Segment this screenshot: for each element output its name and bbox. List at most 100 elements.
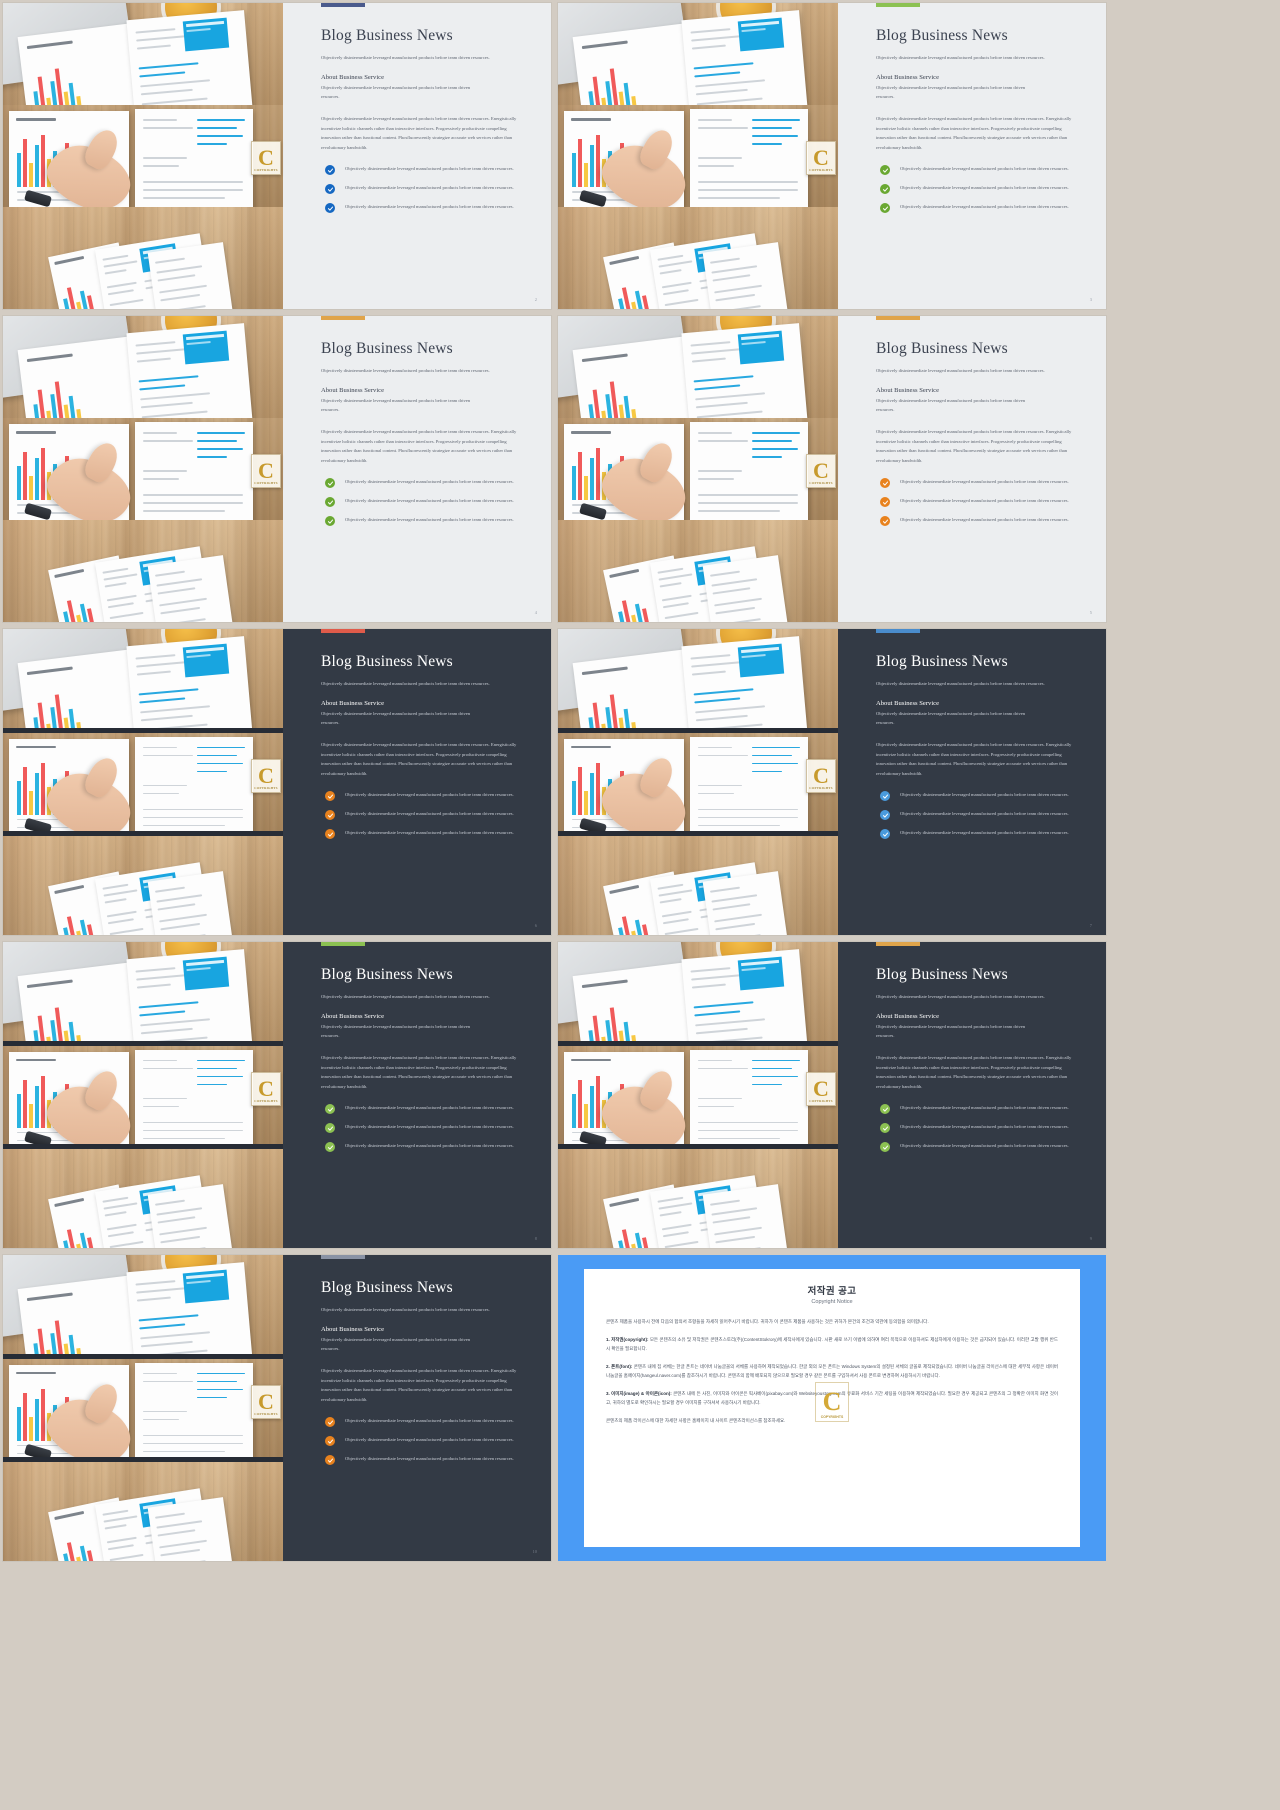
slide-paragraph: Objectively disintermediate leveraged ma… xyxy=(321,115,517,150)
list-item[interactable]: Objectively disintermediate leveraged ma… xyxy=(325,515,523,527)
slide-thumbnail-6[interactable]: C COPYRIGHTS Blog Business News Objectively… xyxy=(558,629,1106,935)
slide-thumbnail-1[interactable]: C COPYRIGHTS Blog Business News Objectively… xyxy=(3,3,551,309)
copyright-seal-watermark: C COPYRIGHTS xyxy=(806,454,836,488)
list-item[interactable]: Objectively disintermediate leveraged ma… xyxy=(880,202,1078,214)
list-item[interactable]: Objectively disintermediate leveraged ma… xyxy=(880,1103,1078,1115)
list-item[interactable]: Objectively disintermediate leveraged ma… xyxy=(325,790,523,802)
list-item[interactable]: Objectively disintermediate leveraged ma… xyxy=(880,183,1078,195)
list-item[interactable]: Objectively disintermediate leveraged ma… xyxy=(325,1454,523,1466)
slide-thumbnail-4[interactable]: C COPYRIGHTS Blog Business News Objectively… xyxy=(558,316,1106,622)
check-circle-icon xyxy=(325,829,335,840)
text-document-photo-2 xyxy=(147,1497,235,1561)
list-item[interactable]: Objectively disintermediate leveraged ma… xyxy=(325,1122,523,1134)
photo-band-top xyxy=(558,942,838,1041)
bullet-text: Objectively disintermediate leveraged ma… xyxy=(345,517,514,523)
text-document-photo xyxy=(690,109,808,207)
slide-thumbnail-7[interactable]: C COPYRIGHTS Blog Business News Objectively… xyxy=(3,942,551,1248)
slide-subheading: About Business Service xyxy=(321,386,385,394)
bullet-text: Objectively disintermediate leveraged ma… xyxy=(345,185,514,191)
slide-page-number: 6 xyxy=(534,923,537,928)
bullet-list: Objectively disintermediate leveraged ma… xyxy=(321,477,523,527)
list-item[interactable]: Objectively disintermediate leveraged ma… xyxy=(880,477,1078,489)
slide-photo-column xyxy=(558,3,838,309)
list-item[interactable]: Objectively disintermediate leveraged ma… xyxy=(325,164,523,176)
text-document-photo-2 xyxy=(147,871,235,935)
checkmark-icon xyxy=(327,187,333,192)
list-item[interactable]: Objectively disintermediate leveraged ma… xyxy=(880,828,1078,840)
bullet-list: Objectively disintermediate leveraged ma… xyxy=(321,1416,523,1466)
bullet-text: Objectively disintermediate leveraged ma… xyxy=(900,517,1069,523)
copyright-notice-card: 저작권 공고 Copyright Notice 콘텐츠 제품을 사용하시 전에 다음… xyxy=(584,1269,1080,1547)
blue-highlight-block xyxy=(737,330,785,365)
list-item[interactable]: Objectively disintermediate leveraged ma… xyxy=(325,1103,523,1115)
slide-paragraph: Objectively disintermediate leveraged ma… xyxy=(876,428,1072,463)
accent-bar xyxy=(321,3,365,7)
bullet-text: Objectively disintermediate leveraged ma… xyxy=(900,185,1069,191)
check-circle-icon xyxy=(325,478,335,489)
text-document-photo xyxy=(135,109,253,207)
copyright-seal-watermark: C COPYRIGHTS xyxy=(251,1072,281,1106)
check-circle-icon xyxy=(325,1417,335,1428)
list-item[interactable]: Objectively disintermediate leveraged ma… xyxy=(880,1141,1078,1153)
photo-band-top xyxy=(3,3,283,105)
photo-band-middle xyxy=(558,1040,838,1145)
slide-paragraph: Objectively disintermediate leveraged ma… xyxy=(876,115,1072,150)
checkmark-icon xyxy=(882,1126,888,1131)
slide-text-column: Blog Business News Objectively disinterme… xyxy=(838,3,1106,309)
list-item[interactable]: Objectively disintermediate leveraged ma… xyxy=(325,1416,523,1428)
checkmark-icon xyxy=(327,1107,333,1112)
list-item[interactable]: Objectively disintermediate leveraged ma… xyxy=(880,809,1078,821)
list-item[interactable]: Objectively disintermediate leveraged ma… xyxy=(325,477,523,489)
slide-subheading: About Business Service xyxy=(876,1012,940,1020)
list-item[interactable]: Objectively disintermediate leveraged ma… xyxy=(325,1141,523,1153)
slide-thumbnail-5[interactable]: C COPYRIGHTS Blog Business News Objectively… xyxy=(3,629,551,935)
copyright-item-label: 3. 이미지(image) & 아이콘(icon): xyxy=(606,1391,672,1396)
list-item[interactable]: Objectively disintermediate leveraged ma… xyxy=(325,183,523,195)
slide-thumbnail-3[interactable]: C COPYRIGHTS Blog Business News Objectively… xyxy=(3,316,551,622)
slide-subheading: About Business Service xyxy=(876,386,940,394)
right-gutter xyxy=(1110,0,1280,1810)
blue-highlight-block xyxy=(182,956,230,991)
check-circle-icon xyxy=(325,1455,335,1466)
photo-band-middle xyxy=(3,105,283,207)
bullet-text: Objectively disintermediate leveraged ma… xyxy=(345,1143,514,1149)
slide-sub-body: Objectively disintermediate leveraged ma… xyxy=(876,84,1026,99)
slide-thumbnail-2[interactable]: C COPYRIGHTS Blog Business News Objectively… xyxy=(558,3,1106,309)
checkmark-icon xyxy=(327,813,333,818)
slide-page-number: 4 xyxy=(534,610,537,615)
slide-text-column: Blog Business News Objectively disinterme… xyxy=(283,3,551,309)
slide-lede: Objectively disintermediate leveraged ma… xyxy=(321,994,490,999)
bullet-list: Objectively disintermediate leveraged ma… xyxy=(876,477,1078,527)
photo-band-bottom xyxy=(558,831,838,935)
slide-paragraph: Objectively disintermediate leveraged ma… xyxy=(321,741,517,776)
checkmark-icon xyxy=(882,187,888,192)
slide-thumbnail-9[interactable]: C COPYRIGHTS Blog Business News Objectively… xyxy=(3,1255,551,1561)
list-item[interactable]: Objectively disintermediate leveraged ma… xyxy=(880,496,1078,508)
list-item[interactable]: Objectively disintermediate leveraged ma… xyxy=(325,809,523,821)
list-item[interactable]: Objectively disintermediate leveraged ma… xyxy=(880,1122,1078,1134)
list-item[interactable]: Objectively disintermediate leveraged ma… xyxy=(880,515,1078,527)
list-item[interactable]: Objectively disintermediate leveraged ma… xyxy=(325,496,523,508)
photo-band-top xyxy=(3,942,283,1041)
bullet-text: Objectively disintermediate leveraged ma… xyxy=(345,204,514,210)
slide-thumbnail-8[interactable]: C COPYRIGHTS Blog Business News Objectively… xyxy=(558,942,1106,1248)
checkmark-icon xyxy=(882,168,888,173)
blue-highlight-block xyxy=(737,17,785,52)
checkmark-icon xyxy=(882,832,888,837)
photo-band-bottom xyxy=(3,207,283,309)
list-item[interactable]: Objectively disintermediate leveraged ma… xyxy=(880,790,1078,802)
bullet-text: Objectively disintermediate leveraged ma… xyxy=(345,479,514,485)
photo-band-top xyxy=(3,629,283,728)
check-circle-icon xyxy=(880,165,890,176)
list-item[interactable]: Objectively disintermediate leveraged ma… xyxy=(325,202,523,214)
photo-band-top xyxy=(3,1255,283,1354)
bullet-text: Objectively disintermediate leveraged ma… xyxy=(345,498,514,504)
list-item[interactable]: Objectively disintermediate leveraged ma… xyxy=(325,828,523,840)
list-item[interactable]: Objectively disintermediate leveraged ma… xyxy=(880,164,1078,176)
slide-title: Blog Business News xyxy=(321,27,453,44)
slide-text-column: Blog Business News Objectively disinterme… xyxy=(283,1255,551,1561)
checkmark-icon xyxy=(882,519,888,524)
list-item[interactable]: Objectively disintermediate leveraged ma… xyxy=(325,1435,523,1447)
accent-bar xyxy=(321,316,365,320)
copyright-notice-slide[interactable]: 저작권 공고 Copyright Notice 콘텐츠 제품을 사용하시 전에 다음… xyxy=(558,1255,1106,1561)
